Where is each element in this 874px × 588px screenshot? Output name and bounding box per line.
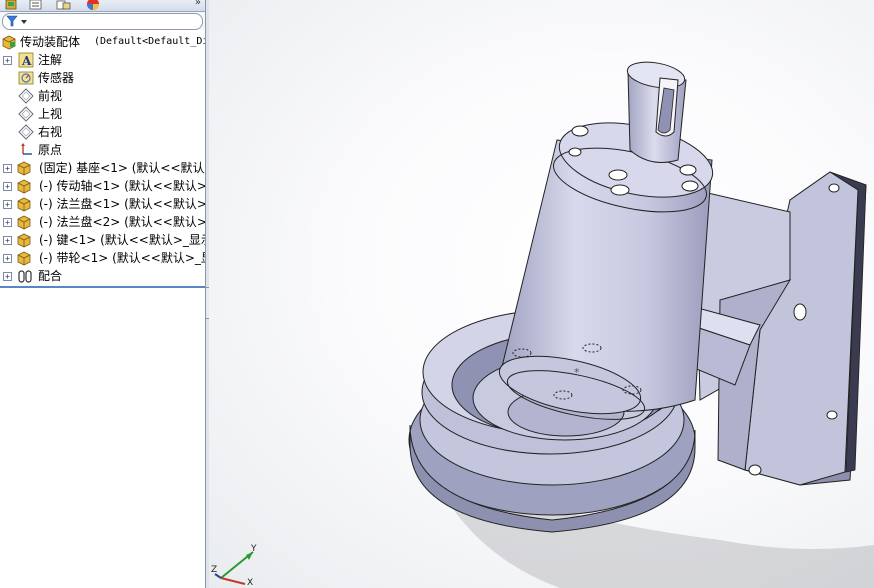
graphics-viewport[interactable]: * Y Z X [209, 0, 874, 588]
feature-tree-icon [5, 0, 17, 10]
property-list-icon [29, 0, 42, 10]
filter-row [0, 12, 205, 30]
tree-item-part-key[interactable]: + (-) 键<1> (默认<<默认>_显示状 [0, 231, 205, 249]
property-manager-tab[interactable] [26, 0, 46, 11]
tree-item-label: 传感器 [38, 71, 75, 85]
panel-divider [0, 286, 205, 288]
annotations-icon: A [18, 52, 34, 68]
part-icon [17, 197, 31, 212]
tree-item-part-base[interactable]: + (固定) 基座<1> (默认<<默认>_ [0, 159, 205, 177]
expand-toggle[interactable]: + [3, 56, 12, 65]
mates-icon [18, 270, 32, 283]
expand-toggle[interactable]: + [3, 164, 12, 173]
tree-item-label: (-) 法兰盘<2> (默认<<默认>_显 [39, 215, 205, 229]
plane-icon [18, 106, 34, 122]
tree-item-origin[interactable]: 原点 [0, 141, 205, 159]
expand-tabs-chevron-icon[interactable]: » [195, 0, 201, 8]
expand-toggle[interactable]: + [3, 182, 12, 191]
tree-item-label: (-) 带轮<1> (默认<<默认>_显示 [39, 251, 205, 265]
tree-item-label: (固定) 基座<1> (默认<<默认>_ [39, 161, 205, 175]
tree-item-part-shaft[interactable]: + (-) 传动轴<1> (默认<<默认>_显 [0, 177, 205, 195]
part-icon [17, 233, 31, 248]
appearance-pie-icon [87, 0, 99, 10]
shaft-part[interactable] [625, 58, 687, 163]
tree-item-annotations[interactable]: + A 注解 [0, 51, 205, 69]
sensor-icon [18, 71, 34, 85]
tree-item-label: (-) 传动轴<1> (默认<<默认>_显 [39, 179, 205, 193]
feature-manager-panel: » 传动装配体 (Default<Default_Di + A 注解 传感器 前… [0, 0, 205, 588]
tree-item-front-plane[interactable]: 前视 [0, 87, 205, 105]
display-manager-tab[interactable] [84, 0, 104, 11]
tree-item-part-flange-1[interactable]: + (-) 法兰盘<1> (默认<<默认>_显 [0, 195, 205, 213]
tree-item-label: 注解 [38, 53, 63, 67]
flange-housing-part[interactable]: * [494, 111, 719, 430]
tree-item-part-flange-2[interactable]: + (-) 法兰盘<2> (默认<<默认>_显 [0, 213, 205, 231]
axis-triad [214, 551, 254, 585]
triad-x-label: X [247, 578, 254, 588]
tree-item-label: 上视 [38, 107, 63, 121]
plane-icon [18, 88, 34, 104]
tree-item-right-plane[interactable]: 右视 [0, 123, 205, 141]
assembly-icon [2, 35, 16, 50]
funnel-filter-icon[interactable] [6, 14, 32, 29]
expand-toggle[interactable]: + [3, 254, 12, 263]
tree-filter-input[interactable] [2, 13, 203, 30]
assembly-model-render: * [408, 58, 874, 588]
tree-item-label: 配合 [38, 269, 63, 283]
tree-item-label: (-) 键<1> (默认<<默认>_显示状 [39, 233, 205, 247]
tree-item-label: 原点 [38, 143, 63, 157]
tree-item-part-pulley[interactable]: + (-) 带轮<1> (默认<<默认>_显示 [0, 249, 205, 267]
part-icon [17, 251, 31, 266]
tree-item-sensors[interactable]: 传感器 [0, 69, 205, 87]
tree-root-label: 传动装配体 [20, 35, 81, 49]
expand-toggle[interactable]: + [3, 200, 12, 209]
triad-y-label: Y [251, 544, 257, 554]
svg-text:A: A [21, 54, 32, 68]
tree-item-label: (-) 法兰盘<1> (默认<<默认>_显 [39, 197, 205, 211]
tree-root-assembly[interactable]: 传动装配体 (Default<Default_Di [0, 33, 205, 51]
panel-tab-bar: » [0, 0, 205, 12]
tree-root-config: (Default<Default_Di [94, 36, 205, 47]
expand-toggle[interactable]: + [3, 272, 12, 281]
tree-item-top-plane[interactable]: 上视 [0, 105, 205, 123]
part-icon [17, 161, 31, 176]
configuration-manager-tab[interactable] [54, 0, 74, 11]
expand-toggle[interactable]: + [3, 236, 12, 245]
expand-toggle[interactable]: + [3, 218, 12, 227]
configuration-icon [56, 0, 71, 10]
tree-item-label: 前视 [38, 89, 63, 103]
origin-marker-icon: * [574, 366, 580, 379]
triad-z-label: Z [211, 565, 218, 575]
feature-manager-tab[interactable] [2, 0, 22, 11]
tree-item-label: 右视 [38, 125, 63, 139]
part-icon [17, 179, 31, 194]
tree-item-mates[interactable]: + 配合 [0, 267, 205, 285]
part-icon [17, 215, 31, 230]
plane-icon [18, 124, 34, 140]
origin-icon [21, 143, 32, 155]
